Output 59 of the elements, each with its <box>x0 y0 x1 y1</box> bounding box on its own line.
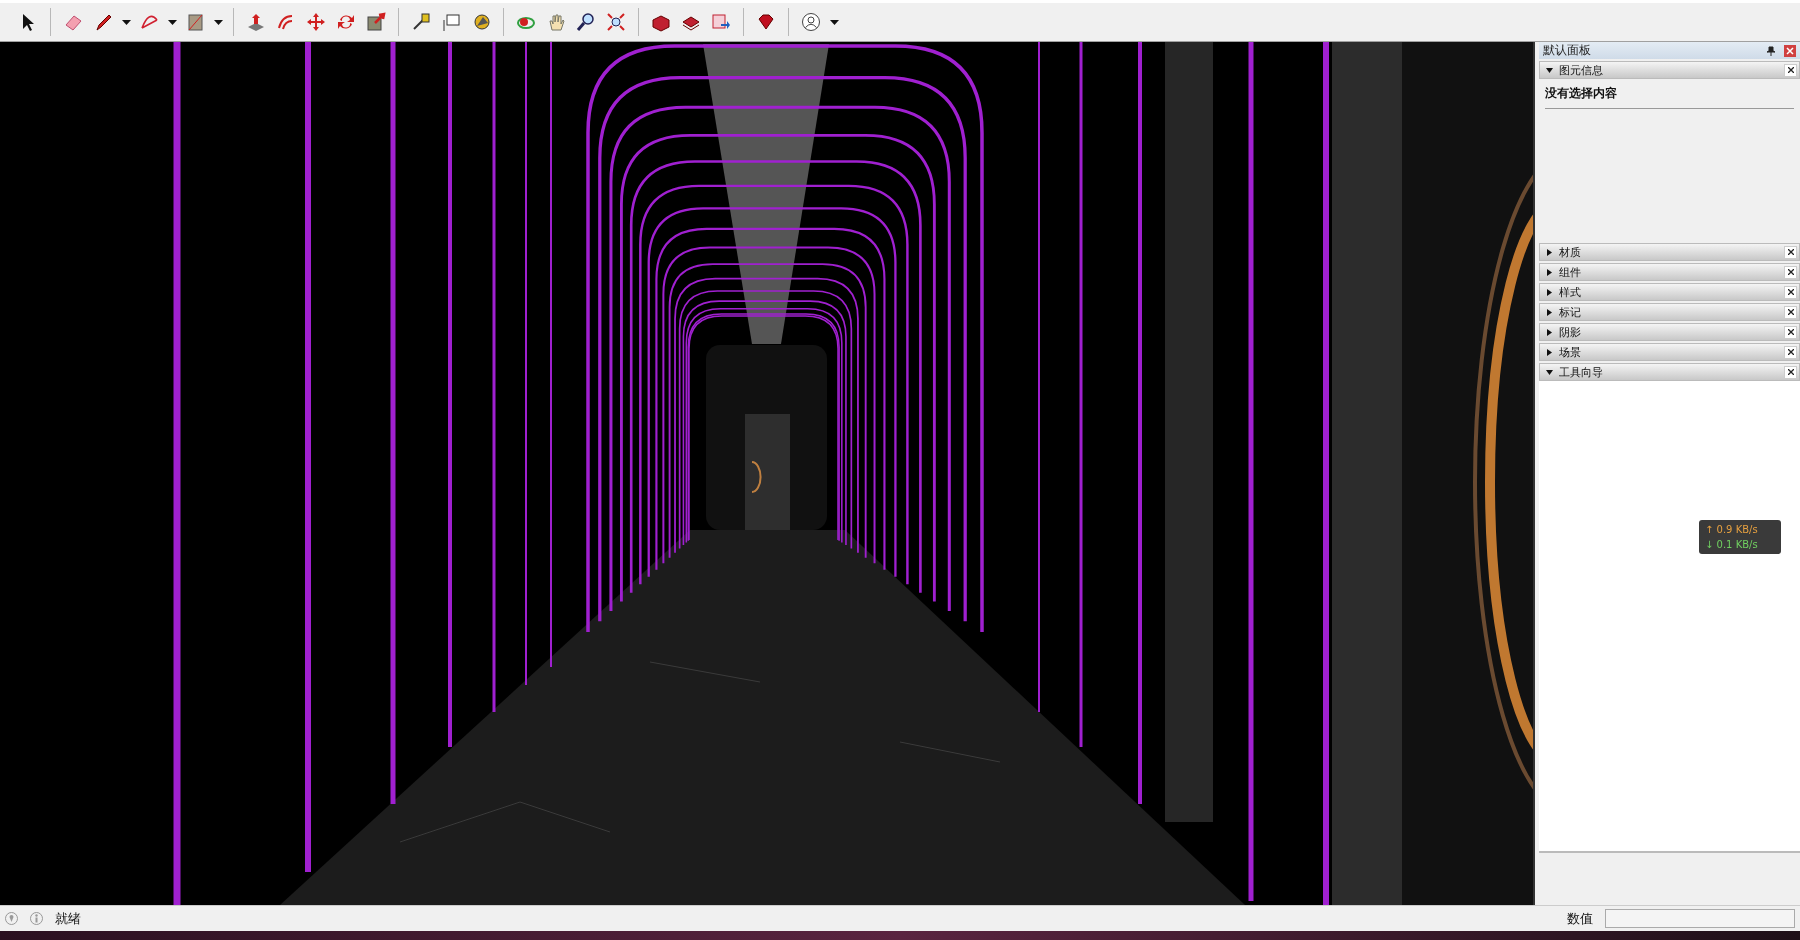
tray-section-header[interactable]: 工具向导 <box>1539 363 1800 381</box>
close-button[interactable] <box>1784 345 1797 359</box>
caret-icon <box>121 19 131 25</box>
zoom-magnifier-icon <box>576 12 596 32</box>
close-button[interactable] <box>1784 285 1797 299</box>
tray-section-header[interactable]: 材质 <box>1539 243 1800 261</box>
close-icon <box>1787 369 1794 375</box>
caret-icon <box>167 19 177 25</box>
scale-icon <box>366 12 386 32</box>
tray-section-header[interactable]: 场景 <box>1539 343 1800 361</box>
ruby-gem-icon <box>756 12 776 32</box>
close-icon <box>1787 249 1794 255</box>
close-icon[interactable] <box>1784 44 1796 57</box>
section-label: 样式 <box>1559 284 1582 300</box>
measurement-label: 数值 <box>1567 909 1593 928</box>
pencil-icon <box>93 12 113 32</box>
tape-measure-icon <box>411 12 431 32</box>
entity-info-text: 没有选择内容 <box>1545 85 1794 109</box>
panel-title: 默认面板 <box>1543 42 1592 59</box>
caret-icon <box>213 19 223 25</box>
hand-icon <box>546 12 566 32</box>
push-pull-icon <box>246 12 266 32</box>
pin-icon[interactable] <box>1766 45 1776 56</box>
zoom-extents-icon <box>606 12 626 32</box>
section-label: 工具向导 <box>1559 364 1604 380</box>
close-button[interactable] <box>1784 365 1797 379</box>
section-label: 标记 <box>1559 304 1582 320</box>
close-button[interactable] <box>1784 265 1797 279</box>
close-icon <box>1787 67 1794 73</box>
section-label: 材质 <box>1559 244 1582 260</box>
move-arrows-icon <box>306 12 326 32</box>
section-label: 组件 <box>1559 264 1582 280</box>
close-button[interactable] <box>1784 63 1797 77</box>
tray-section-header[interactable]: 样式 <box>1539 283 1800 301</box>
send-layout-icon <box>711 12 731 32</box>
tray-section-header[interactable]: 阴影 <box>1539 323 1800 341</box>
status-message: 就绪 <box>55 909 82 928</box>
tray-section-header[interactable]: 图元信息 <box>1539 61 1800 79</box>
user-account-icon <box>801 12 821 32</box>
text-tool-icon <box>441 12 461 32</box>
tray-section-header[interactable]: 标记 <box>1539 303 1800 321</box>
rotate-icon <box>336 12 356 32</box>
close-icon <box>1787 269 1794 275</box>
close-button[interactable] <box>1784 245 1797 259</box>
section-label: 图元信息 <box>1559 62 1604 78</box>
close-icon <box>1787 349 1794 355</box>
section-label: 场景 <box>1559 344 1582 360</box>
close-icon <box>1787 289 1794 295</box>
caret-icon <box>829 19 839 25</box>
tray-section-header[interactable]: 组件 <box>1539 263 1800 281</box>
rectangle-icon <box>185 12 205 32</box>
download-speed: ↓ 0.1 KB/s <box>1705 538 1759 552</box>
close-button[interactable] <box>1784 325 1797 339</box>
close-button[interactable] <box>1784 305 1797 319</box>
section-label: 阴影 <box>1559 324 1582 340</box>
close-icon <box>1787 309 1794 315</box>
close-icon <box>1787 329 1794 335</box>
upload-speed: ↑ 0.9 KB/s <box>1705 523 1759 537</box>
measurement-input-field[interactable] <box>1605 909 1795 928</box>
